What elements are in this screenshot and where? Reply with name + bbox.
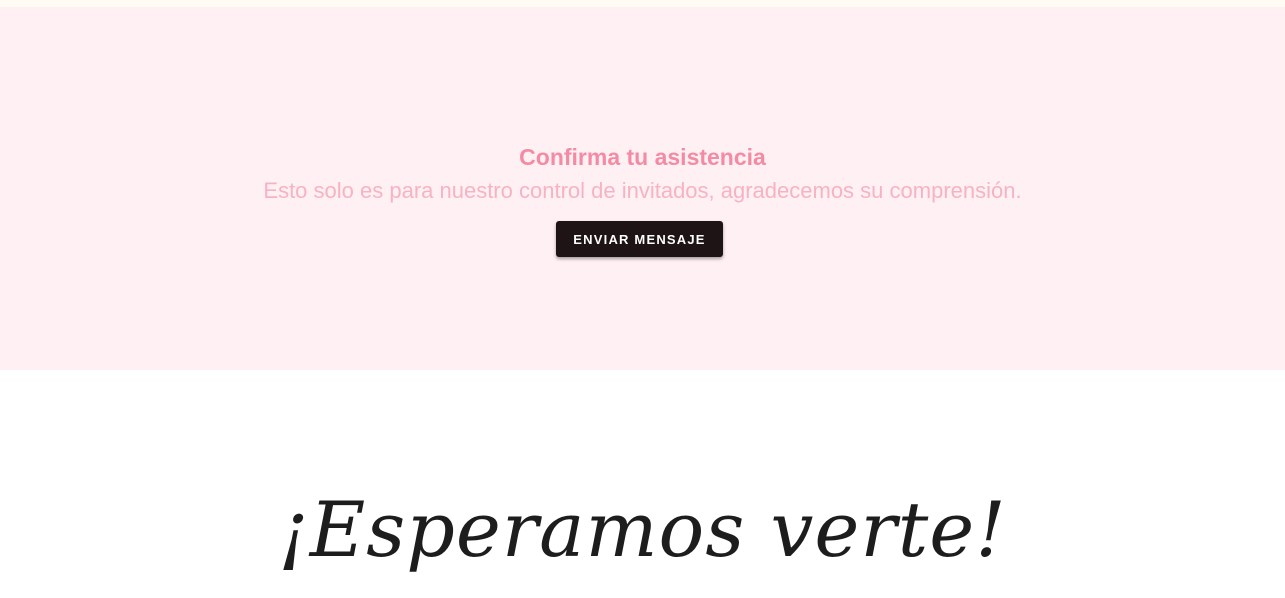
- send-message-button[interactable]: ENVIAR MENSAJE: [556, 221, 723, 257]
- rsvp-title: Confirma tu asistencia: [519, 144, 766, 170]
- closing-section: ¡Esperamos verte!: [0, 370, 1285, 598]
- closing-heading: ¡Esperamos verte!: [278, 485, 1007, 574]
- rsvp-section: Confirma tu asistencia Esto solo es para…: [0, 7, 1285, 370]
- top-strip: [0, 0, 1285, 7]
- rsvp-subtitle: Esto solo es para nuestro control de inv…: [263, 178, 1022, 203]
